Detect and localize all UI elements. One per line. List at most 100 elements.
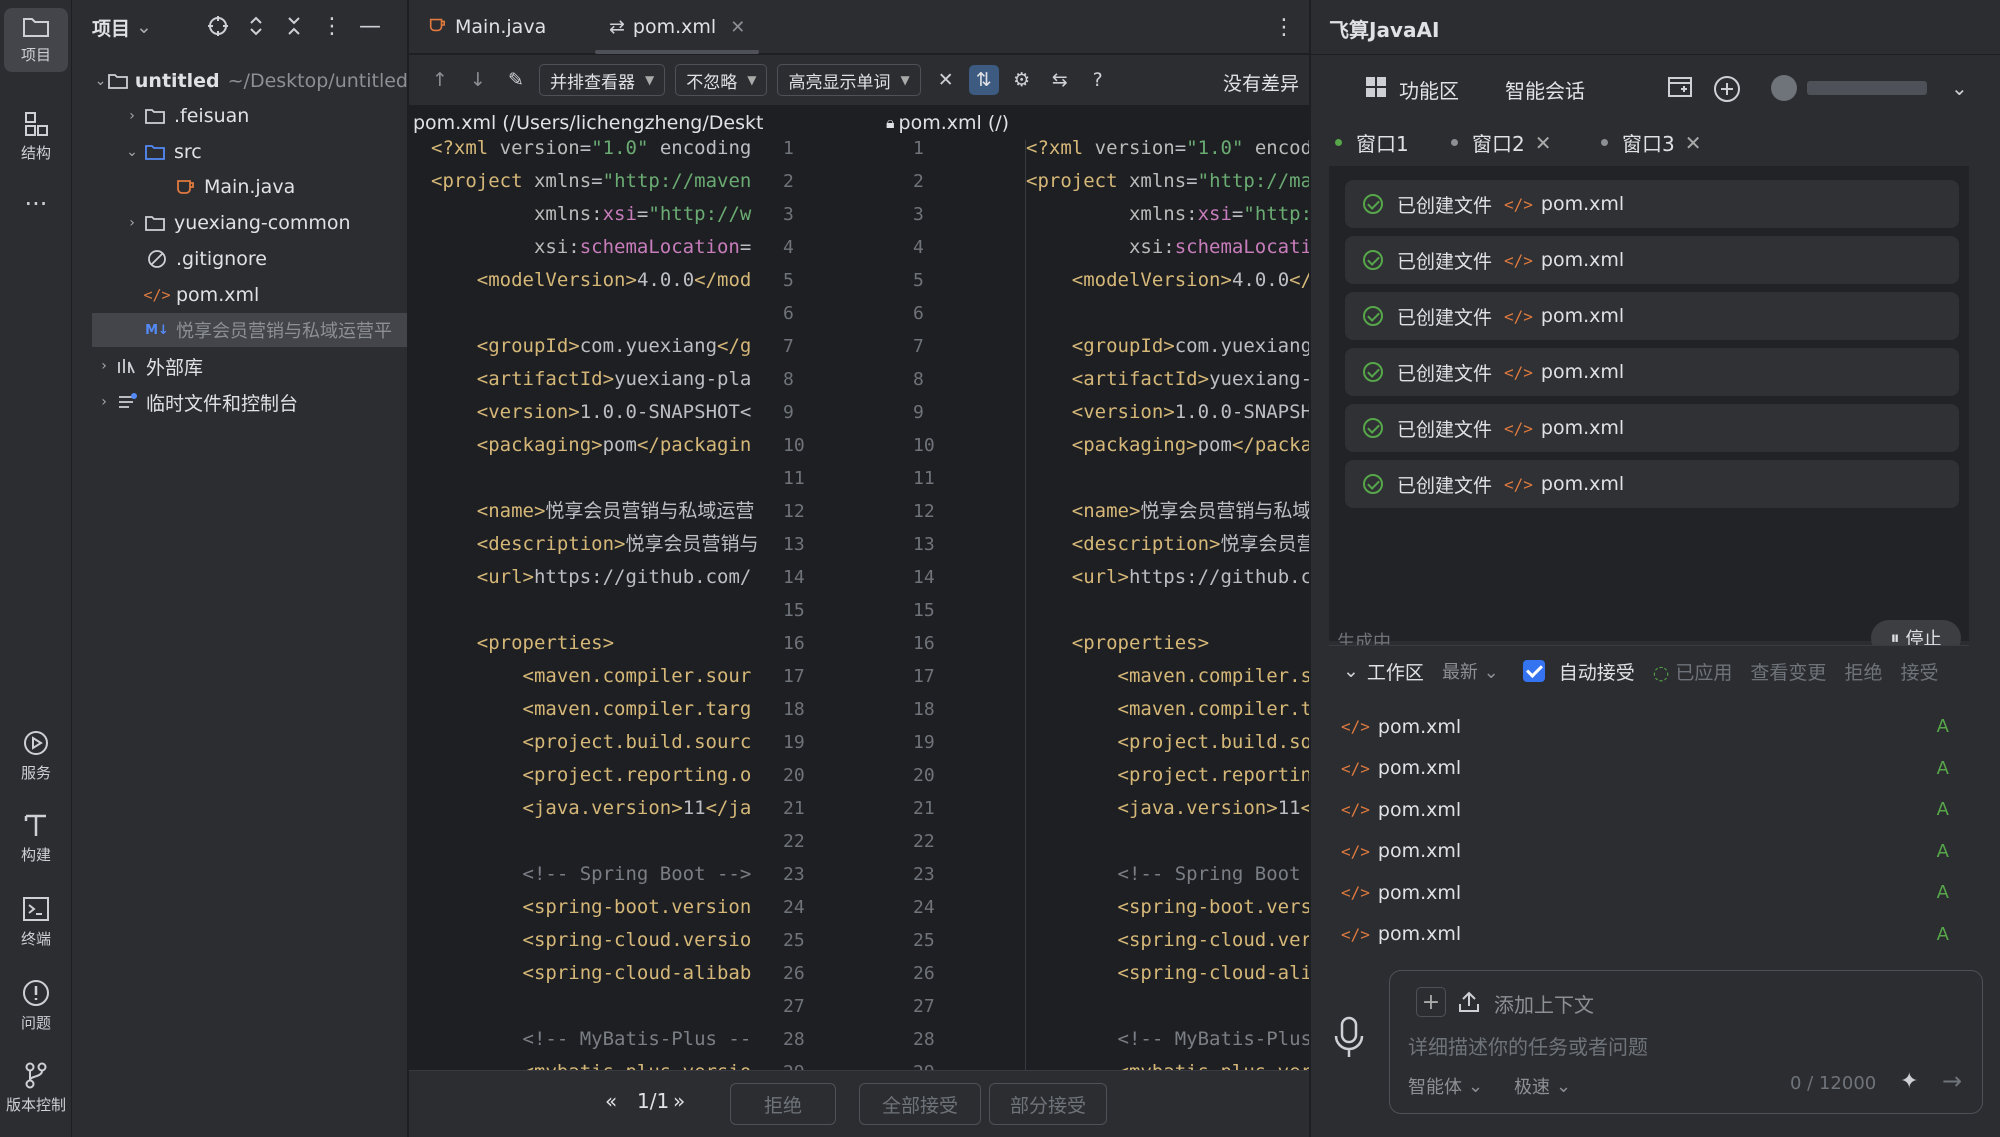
chat-feed[interactable]: 已创建文件 </> pom.xml 已创建文件 </> pom.xml 已创建文件 </> po… bbox=[1329, 166, 1969, 641]
auto-accept-checkbox[interactable] bbox=[1522, 660, 1545, 682]
arrow-up-icon[interactable]: ↑ bbox=[425, 65, 455, 95]
created-file-card[interactable]: 已创建文件 </> pom.xml bbox=[1345, 292, 1959, 340]
created-file-card[interactable]: 已创建文件 </> pom.xml bbox=[1345, 348, 1959, 396]
line-number-gutter: 1 1 2 2 3 3 4 4 5 5 6 6 7 7 8 8 9 9 10 10 11 11 12 12 13 13 14 14 15… bbox=[761, 140, 1025, 1070]
arrow-down-icon[interactable]: ↓ bbox=[463, 65, 493, 95]
activity-problems[interactable]: 问题 bbox=[0, 978, 72, 1033]
add-icon[interactable]: + bbox=[1416, 987, 1446, 1017]
code-line: <!-- MyBatis-Plus -- bbox=[431, 1028, 752, 1050]
tab-window-3[interactable]: 窗口3 ✕ bbox=[1601, 128, 1702, 157]
tree-item-readme[interactable]: M↓ 悦享会员营销与私域运营平 bbox=[92, 313, 407, 347]
workspace-file-row[interactable]: </> pom.xml A bbox=[1329, 914, 1969, 955]
close-icon[interactable]: ✕ bbox=[1685, 131, 1702, 155]
avatar[interactable]: ⌄ bbox=[1771, 75, 1968, 101]
project-panel: 项目 ⌄ ⋮ — ⌄ untitled ~/Desktop/untitled ›… bbox=[72, 0, 408, 1137]
accept-part-button[interactable]: 部分接受 bbox=[989, 1083, 1107, 1125]
created-file-card[interactable]: 已创建文件 </> pom.xml bbox=[1345, 404, 1959, 452]
activity-terminal[interactable]: 终端 bbox=[0, 894, 72, 949]
swap-sides-icon[interactable]: ⇆ bbox=[1045, 65, 1075, 95]
prev-diff-icon[interactable]: « bbox=[605, 1089, 617, 1113]
tab-window-2[interactable]: 窗口2 ✕ bbox=[1451, 128, 1552, 157]
code-line: <description>悦享会员营销与私 bbox=[1071, 533, 1309, 555]
reject-button[interactable]: 拒绝 bbox=[730, 1083, 836, 1125]
tree-item-feisuan[interactable]: › .feisuan bbox=[72, 99, 407, 133]
highlight-dropdown[interactable]: 高亮显示单词 ▼ bbox=[777, 64, 921, 96]
created-file-card[interactable]: 已创建文件 </> pom.xml bbox=[1345, 460, 1959, 508]
options-icon[interactable]: ⋮ bbox=[320, 14, 344, 39]
workspace-file-row[interactable]: </> pom.xml A bbox=[1329, 789, 1969, 830]
locate-icon[interactable] bbox=[206, 14, 230, 38]
xml-file-icon: </> bbox=[1341, 800, 1370, 819]
line-number: 24 bbox=[783, 897, 805, 918]
accept-all-button[interactable]: 全部接受 bbox=[859, 1083, 981, 1125]
activity-vcs[interactable]: 版本控制 bbox=[0, 1060, 72, 1115]
tree-item-external-libs[interactable]: › 外部库 bbox=[72, 349, 407, 383]
expand-all-icon[interactable] bbox=[244, 14, 268, 38]
sync-scroll-icon[interactable]: ⇅ bbox=[968, 65, 999, 95]
microphone-icon[interactable] bbox=[1333, 1016, 1365, 1065]
workspace-file-row[interactable]: </> pom.xml A bbox=[1329, 706, 1969, 747]
code-line: xmlns:xsi="http://w bbox=[533, 203, 752, 225]
created-file-card[interactable]: 已创建文件 </> pom.xml bbox=[1345, 236, 1959, 284]
line-number: 13 bbox=[913, 534, 935, 555]
view-changes-button[interactable]: 查看变更 bbox=[1750, 658, 1826, 685]
upload-icon[interactable] bbox=[1454, 987, 1484, 1017]
tab-main-java[interactable]: Main.java bbox=[427, 0, 546, 54]
line-number: 9 bbox=[783, 402, 794, 423]
tab-window-1[interactable]: 窗口1 bbox=[1335, 128, 1409, 157]
tree-item-gitignore[interactable]: .gitignore bbox=[72, 242, 407, 276]
tabs-menu-icon[interactable]: ⋮ bbox=[1273, 0, 1295, 54]
history-icon[interactable] bbox=[1667, 75, 1693, 99]
settings-gear-icon[interactable]: ⚙ bbox=[1007, 65, 1037, 95]
tree-item-main-java[interactable]: Main.java bbox=[72, 170, 407, 204]
magic-wand-icon[interactable]: ✦ bbox=[1900, 1069, 1918, 1094]
edit-icon[interactable]: ✎ bbox=[501, 65, 531, 95]
code-line: <java.version>11</ja bbox=[522, 797, 752, 819]
tab-pom-xml[interactable]: ⇄ pom.xml ✕ bbox=[595, 0, 760, 54]
activity-services[interactable]: 服务 bbox=[0, 728, 72, 783]
tree-item-yuexiang-common[interactable]: › yuexiang-common bbox=[72, 206, 407, 240]
next-diff-icon[interactable]: » bbox=[673, 1089, 685, 1113]
ignore-dropdown[interactable]: 不忽略 ▼ bbox=[675, 64, 768, 96]
activity-project[interactable]: 项目 bbox=[4, 8, 68, 72]
collapse-unchanged-icon[interactable]: ✕ bbox=[931, 65, 961, 95]
chevron-down-icon[interactable]: ⌄ bbox=[1343, 660, 1359, 682]
viewer-dropdown[interactable]: 并排查看器 ▼ bbox=[539, 64, 666, 96]
add-session-icon[interactable] bbox=[1713, 75, 1741, 103]
line-number: 8 bbox=[783, 369, 794, 390]
left-code-pane[interactable]: <?xml version="1.0" encoding <project xml… bbox=[409, 140, 761, 1070]
accept-all-button[interactable]: 接受 bbox=[1900, 658, 1938, 685]
tree-item-src[interactable]: ⌄ src bbox=[72, 135, 407, 169]
reject-all-button[interactable]: 拒绝 bbox=[1844, 658, 1882, 685]
activity-build[interactable]: 构建 bbox=[0, 810, 72, 865]
tree-item-pom-xml[interactable]: </> pom.xml bbox=[72, 278, 407, 312]
add-context-label[interactable]: 添加上下文 bbox=[1494, 989, 1594, 1018]
tree-item-scratches[interactable]: › 临时文件和控制台 bbox=[72, 385, 407, 419]
tab-chat[interactable]: 智能会话 bbox=[1505, 75, 1585, 104]
right-code-pane[interactable]: <?xml version="1.0" encoding= <project xm… bbox=[1026, 140, 1309, 1070]
folder-icon bbox=[23, 18, 49, 37]
workspace-file-row[interactable]: </> pom.xml A bbox=[1329, 831, 1969, 872]
close-icon[interactable]: ✕ bbox=[730, 17, 745, 38]
tree-root[interactable]: ⌄ untitled ~/Desktop/untitled bbox=[72, 64, 407, 98]
speed-select[interactable]: 极速 ⌄ bbox=[1514, 1073, 1571, 1099]
task-input[interactable] bbox=[1408, 1035, 1968, 1059]
activity-structure[interactable]: 结构 bbox=[0, 110, 72, 163]
project-title[interactable]: 项目 bbox=[92, 14, 130, 41]
chevron-down-icon[interactable]: ⌄ bbox=[136, 16, 152, 38]
close-icon[interactable]: ✕ bbox=[1535, 131, 1552, 155]
created-file-card[interactable]: 已创建文件 </> pom.xml bbox=[1345, 180, 1959, 228]
help-icon[interactable]: ? bbox=[1083, 65, 1113, 95]
code-line: <maven.compiler.sour bbox=[522, 665, 752, 687]
workspace-file-row[interactable]: </> pom.xml A bbox=[1329, 748, 1969, 789]
tab-features[interactable]: 功能区 bbox=[1365, 75, 1459, 104]
activity-more[interactable]: ··· bbox=[0, 190, 72, 218]
line-number: 10 bbox=[783, 435, 805, 456]
send-icon[interactable]: → bbox=[1942, 1067, 1962, 1095]
sort-dropdown[interactable]: 最新 ⌄ bbox=[1442, 658, 1499, 684]
mode-select[interactable]: 智能体 ⌄ bbox=[1408, 1073, 1483, 1099]
line-number: 6 bbox=[913, 303, 924, 324]
collapse-all-icon[interactable] bbox=[282, 14, 306, 38]
minimize-icon[interactable]: — bbox=[358, 14, 382, 39]
workspace-file-row[interactable]: </> pom.xml A bbox=[1329, 872, 1969, 913]
